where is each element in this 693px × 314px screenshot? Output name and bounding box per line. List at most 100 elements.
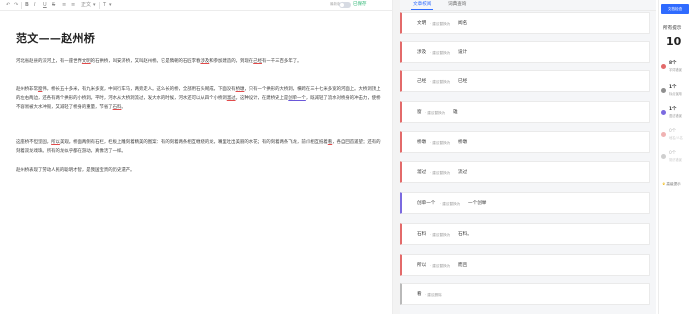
text-run: 。这种设计，在建桥史上是 (235, 96, 289, 101)
category-name: 常识错误 (669, 158, 682, 162)
category-dot-icon (661, 88, 666, 93)
paragraph-2[interactable]: 赵州桥非常窗伟，桥长五十多米，有九米多宽，中间行车马，两旁走人。这么长的桥，全部… (16, 85, 384, 112)
original-text: 窗 (417, 110, 422, 115)
suggestion-card[interactable]: 所以 · 建议替换为 而且 (400, 254, 650, 276)
replace-hint-label: · 建议替换为 (430, 80, 451, 84)
suggested-text[interactable]: 设计 (458, 49, 467, 56)
text-color-button[interactable]: T (103, 1, 106, 9)
premium-hints-label: 高级提示 (666, 182, 681, 186)
document-editor[interactable]: 范文——赵州桥 河北省赵县的洨河上，有一座世界文明的石拱桥，叫安济桥，又叫赵州桥… (0, 12, 392, 314)
original-text: 桥墩 (417, 140, 427, 145)
editor-toolbar: ↶ ↷ B I U S ≡ ≡ 正文 ▾ T ▾ 最新版本 已保存 (0, 0, 392, 11)
undo-icon[interactable]: ↶ (6, 1, 10, 9)
category-count[interactable]: 8个 (669, 60, 676, 66)
text-run: 河北省赵县的洨河上，有一座世界 (16, 59, 82, 64)
text-run: 这座桥不但坚固， (16, 140, 52, 145)
suggestion-card[interactable]: 石料 · 建议替换为 石料。 (400, 223, 650, 245)
suggestion-card[interactable]: 涉及 · 建议替换为 设计 (400, 41, 650, 63)
original-text: 己经 (417, 79, 427, 84)
toolbar-divider (21, 2, 22, 9)
suggestion-card[interactable]: 创单一个 · 建议替换为 一个创举 (400, 192, 650, 214)
category-count[interactable]: 0个 (669, 128, 676, 134)
text-style-select[interactable]: 正文 (81, 1, 91, 9)
text-run: 伟，桥长五十多米，有九米多宽，中间行车马，两旁走人。这么长的桥，全部用石头砌成，… (42, 87, 236, 92)
flagged-word[interactable]: 己经 (253, 59, 262, 64)
flagged-word[interactable]: 溜过 (227, 96, 236, 101)
suggested-text[interactable]: 石料。 (458, 231, 472, 238)
suggestion-card[interactable]: 窗 · 建议替换为 雄 (400, 101, 650, 123)
autosave-toggle[interactable] (339, 2, 351, 8)
panel-divider (400, 10, 656, 11)
category-dot-icon (661, 64, 666, 69)
paragraph-4[interactable]: 赵州桥表现了劳动人民的聪明才智，是我国宝贵的历史遗产。 (16, 166, 384, 175)
flagged-word[interactable]: 涉及 (200, 59, 209, 64)
chevron-down-icon[interactable]: ▾ (93, 1, 96, 9)
document-title[interactable]: 范文——赵州桥 (16, 30, 95, 46)
text-run: 美观。桥面两侧有石栏，栏板上雕刻着精美的图案：有的刻着两条相互缠绕的龙，嘴里吐出… (59, 140, 328, 145)
suggestion-card[interactable]: 文明 · 建议替换为 闻名 (400, 12, 650, 34)
replace-hint-label: · 建议替换为 (430, 171, 451, 175)
original-text: 涉及 (417, 50, 427, 55)
chevron-down-icon[interactable]: ▾ (109, 1, 112, 9)
suggestion-card[interactable]: 桥墩 · 建议替换为 桥墩 (400, 131, 650, 153)
crown-icon: ♛ (662, 182, 666, 186)
bold-button[interactable]: B (25, 1, 29, 9)
replace-hint-label: · 建议替换为 (430, 51, 451, 55)
category-name: 标点误用 (669, 92, 682, 96)
editor-scrollbar[interactable] (392, 0, 400, 314)
category-dot-icon (661, 110, 666, 115)
category-name: 地名/人名 (669, 136, 683, 140)
tab-dictionary[interactable]: 词典查询 (448, 1, 466, 9)
suggestion-card[interactable]: 己经 · 建议替换为 已经 (400, 70, 650, 92)
premium-hints-link[interactable]: ♛ 高级提示 (662, 182, 681, 187)
replace-hint-label: · 建议替换为 (430, 264, 451, 268)
original-text: 石料 (417, 232, 427, 237)
delete-hint-label: · 建议删除 (425, 293, 442, 297)
numbered-list-icon[interactable]: ≡ (71, 1, 75, 9)
category-dot-icon (661, 132, 666, 137)
flagged-word[interactable]: 创单一个 (288, 96, 306, 101)
category-count[interactable]: 0个 (669, 150, 676, 156)
category-count[interactable]: 1个 (669, 106, 676, 112)
suggested-text[interactable]: 而且 (458, 262, 467, 269)
flagged-word[interactable]: 所以 (51, 140, 60, 145)
tab-proofread[interactable]: 文章校阅 (413, 1, 431, 9)
paragraph-3[interactable]: 这座桥不但坚固，所以美观。桥面两侧有石栏，栏板上雕刻着精美的图案：有的刻着两条相… (16, 138, 384, 156)
original-text: 看 (417, 292, 422, 297)
text-run: 赵州桥非常 (16, 87, 38, 92)
text-run: 。 (121, 105, 126, 110)
strikethrough-button[interactable]: S (52, 1, 55, 9)
suggested-text[interactable]: 闻名 (458, 20, 467, 27)
text-run: 的石拱桥，叫安济桥，又叫赵州桥。它是隋朝的石匠李春 (90, 59, 201, 64)
suggested-text[interactable]: 雄 (453, 109, 458, 116)
category-name: 字词错误 (669, 68, 682, 72)
redo-icon[interactable]: ↷ (14, 1, 18, 9)
saved-status: 已保存 (353, 2, 367, 7)
category-dot-icon (661, 154, 666, 159)
replace-hint-label: · 建议替换为 (425, 111, 446, 115)
suggested-text[interactable]: 桥墩 (458, 139, 467, 146)
suggestion-card[interactable]: 溜过 · 建议替换为 流过 (400, 161, 650, 183)
suggestion-card[interactable]: 看 · 建议删除 (400, 283, 650, 305)
toolbar-divider (99, 2, 100, 9)
bullet-list-icon[interactable]: ≡ (62, 1, 66, 9)
all-hints-label: 所有提示 (663, 26, 682, 31)
underline-button[interactable]: U (43, 1, 47, 9)
text-run: 有一千三百多年了。 (261, 59, 302, 64)
suggested-text[interactable]: 流过 (458, 169, 467, 176)
italic-button[interactable]: I (34, 1, 35, 9)
suggested-text[interactable]: 已经 (458, 78, 467, 85)
suggested-text[interactable]: 一个创举 (468, 200, 486, 207)
total-hints-count: 10 (666, 35, 682, 48)
paragraph-1[interactable]: 河北省赵县的洨河上，有一座世界文明的石拱桥，叫安济桥，又叫赵州桥。它是隋朝的石匠… (16, 57, 384, 66)
original-text: 所以 (417, 263, 427, 268)
text-run: 和参加建造的，到现在 (209, 59, 254, 64)
category-count[interactable]: 1个 (669, 84, 676, 90)
original-text: 文明 (417, 21, 427, 26)
document-check-button[interactable]: 文档检查 (661, 4, 689, 14)
flagged-word[interactable]: 文明 (82, 59, 91, 64)
original-text: 创单一个 (417, 201, 436, 206)
replace-hint-label: · 建议替换为 (440, 202, 461, 206)
replace-hint-label: · 建议替换为 (430, 233, 451, 237)
category-name: 语法错误 (669, 114, 682, 118)
